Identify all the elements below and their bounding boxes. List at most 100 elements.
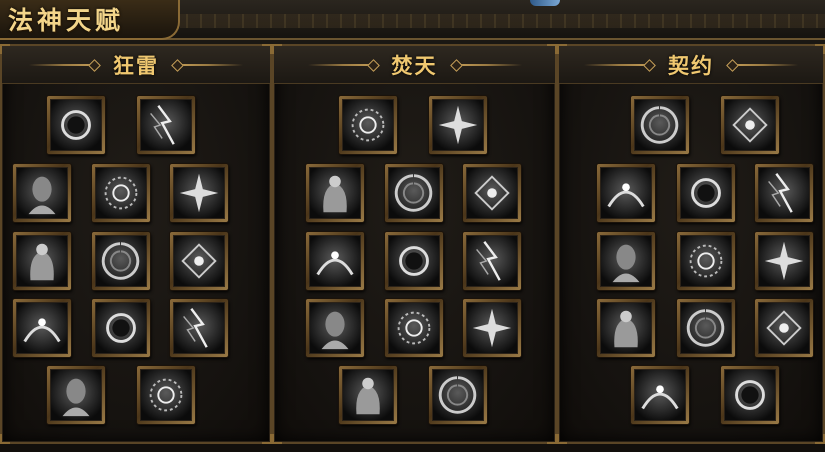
cupped-hands-icon bbox=[388, 302, 440, 354]
mage-portrait-icon bbox=[173, 167, 225, 219]
talent-skill-slot[interactable] bbox=[677, 299, 735, 357]
rune-wheel-icon bbox=[173, 302, 225, 354]
tree-title: 狂雷 bbox=[113, 52, 159, 78]
ornate-seal-icon bbox=[140, 369, 192, 421]
talent-tree-panel-fentian: 焚天 bbox=[272, 44, 557, 444]
header-ornament-left bbox=[29, 60, 99, 70]
bearded-sage-icon bbox=[173, 235, 225, 287]
knot-sigil-icon bbox=[50, 369, 102, 421]
panel-header: 狂雷 bbox=[2, 46, 270, 84]
spinning-rune-wheel-icon bbox=[16, 302, 68, 354]
header-ornament-right bbox=[728, 60, 798, 70]
arcane-disc-icon bbox=[466, 235, 518, 287]
title-plate: 法神天赋 bbox=[0, 0, 180, 40]
talent-skill-slot[interactable] bbox=[137, 96, 195, 154]
talent-skill-slot[interactable] bbox=[13, 164, 71, 222]
talent-skill-slot[interactable] bbox=[677, 164, 735, 222]
smoke-figure-icon bbox=[634, 369, 686, 421]
swirl-vortex-icon bbox=[466, 167, 518, 219]
rune-circle-icon bbox=[95, 235, 147, 287]
talent-skill-slot[interactable] bbox=[755, 299, 813, 357]
talent-skill-slot[interactable] bbox=[170, 232, 228, 290]
corner-ornament bbox=[272, 434, 282, 444]
robed-wizard-icon bbox=[432, 99, 484, 151]
talent-skill-slot[interactable] bbox=[306, 299, 364, 357]
talent-skill-slot[interactable] bbox=[92, 164, 150, 222]
window-title: 法神天赋 bbox=[8, 6, 125, 35]
talent-skill-slot[interactable] bbox=[170, 164, 228, 222]
talent-skill-slot[interactable] bbox=[47, 366, 105, 424]
light-figure-icon bbox=[466, 302, 518, 354]
talent-skill-slot[interactable] bbox=[92, 232, 150, 290]
praying-hands-orb-icon bbox=[50, 99, 102, 151]
talent-skill-slot[interactable] bbox=[92, 299, 150, 357]
talent-skill-slot[interactable] bbox=[755, 232, 813, 290]
dark-eclipse-ring-icon bbox=[16, 167, 68, 219]
tree-title: 契约 bbox=[668, 52, 714, 78]
corner-ornament bbox=[557, 434, 567, 444]
talent-skill-slot[interactable] bbox=[721, 96, 779, 154]
talent-skill-slot[interactable] bbox=[306, 232, 364, 290]
talent-skill-slot[interactable] bbox=[13, 299, 71, 357]
spirit-form-icon bbox=[724, 99, 776, 151]
talent-skill-slot[interactable] bbox=[597, 232, 655, 290]
light-burst-icon bbox=[95, 302, 147, 354]
title-bar-ornament bbox=[180, 14, 825, 28]
thunderbolt-icon bbox=[600, 302, 652, 354]
talent-skill-slot[interactable] bbox=[463, 164, 521, 222]
talent-skill-slot[interactable] bbox=[631, 96, 689, 154]
talent-skill-slot[interactable] bbox=[463, 299, 521, 357]
winged-seal-icon bbox=[724, 369, 776, 421]
talent-skill-slot[interactable] bbox=[597, 164, 655, 222]
blazing-strike-icon bbox=[680, 302, 732, 354]
fire-spirit-icon bbox=[758, 302, 810, 354]
talent-skill-slot[interactable] bbox=[339, 366, 397, 424]
talent-skill-slot[interactable] bbox=[47, 96, 105, 154]
lightning-arm-icon bbox=[680, 167, 732, 219]
reaching-hand-icon bbox=[342, 369, 394, 421]
orb-ring-icon bbox=[309, 235, 361, 287]
talent-window: 法神天赋 狂雷 焚天 契约 bbox=[0, 0, 825, 452]
lightning-hand-icon bbox=[140, 99, 192, 151]
casting-mage-icon bbox=[309, 167, 361, 219]
talent-skill-slot[interactable] bbox=[385, 164, 443, 222]
talent-skill-slot[interactable] bbox=[429, 366, 487, 424]
mist-cloud-icon bbox=[600, 167, 652, 219]
header-ornament-left bbox=[584, 60, 654, 70]
talent-skill-slot[interactable] bbox=[13, 232, 71, 290]
talent-skill-slot[interactable] bbox=[385, 299, 443, 357]
open-hands-icon bbox=[309, 302, 361, 354]
talent-skill-slot[interactable] bbox=[721, 366, 779, 424]
talent-tree-panel-kuanglei: 狂雷 bbox=[0, 44, 272, 444]
panel-header: 焚天 bbox=[274, 46, 555, 84]
talent-skill-slot[interactable] bbox=[631, 366, 689, 424]
header-ornament-right bbox=[451, 60, 522, 70]
talent-skill-slot[interactable] bbox=[755, 164, 813, 222]
talent-skill-slot[interactable] bbox=[677, 232, 735, 290]
panel-header: 契约 bbox=[559, 46, 823, 84]
talent-skill-slot[interactable] bbox=[170, 299, 228, 357]
storm-figure-icon bbox=[758, 167, 810, 219]
header-ornament-right bbox=[173, 60, 243, 70]
talent-skill-slot[interactable] bbox=[339, 96, 397, 154]
energy-sphere-icon bbox=[680, 235, 732, 287]
talent-skill-slot[interactable] bbox=[597, 299, 655, 357]
hamsa-hand-icon bbox=[388, 235, 440, 287]
talent-tree-panel-qiyue: 契约 bbox=[557, 44, 825, 444]
talent-skill-slot[interactable] bbox=[137, 366, 195, 424]
corner-ornament bbox=[0, 434, 10, 444]
radiant-orb-icon bbox=[432, 369, 484, 421]
chain-lightning-icon bbox=[600, 235, 652, 287]
corner-ornament bbox=[547, 434, 557, 444]
header-ornament-left bbox=[307, 60, 378, 70]
talent-skill-slot[interactable] bbox=[306, 164, 364, 222]
tree-title: 焚天 bbox=[391, 52, 438, 78]
talent-skill-slot[interactable] bbox=[429, 96, 487, 154]
hooded-monk-icon bbox=[388, 167, 440, 219]
lightning-storm-icon bbox=[95, 167, 147, 219]
crystal-shard-icon bbox=[342, 99, 394, 151]
corner-ornament bbox=[815, 434, 825, 444]
top-gem-ornament bbox=[530, 0, 560, 6]
talent-skill-slot[interactable] bbox=[463, 232, 521, 290]
talent-skill-slot[interactable] bbox=[385, 232, 443, 290]
